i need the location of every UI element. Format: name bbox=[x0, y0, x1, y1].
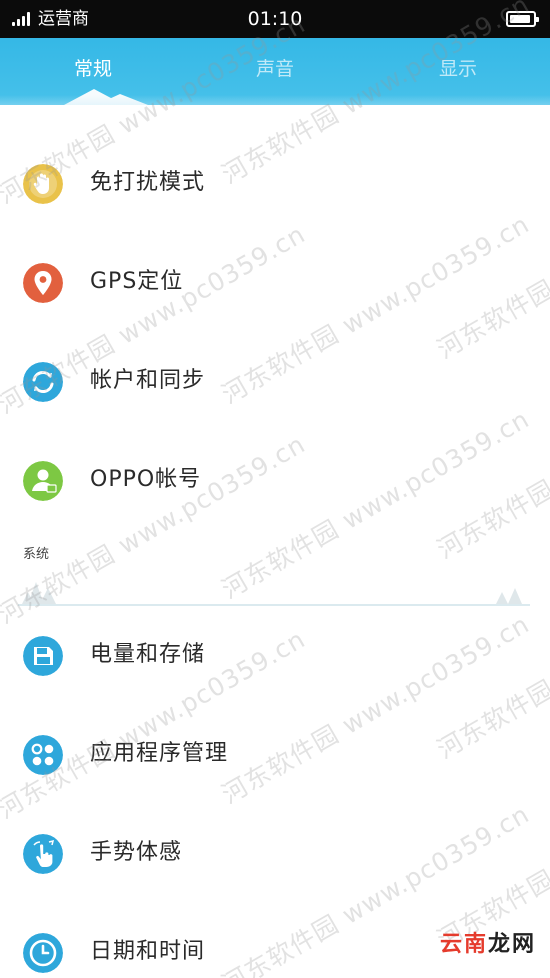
settings-item-label: 免打扰模式 bbox=[90, 170, 206, 195]
forest-divider-decoration bbox=[18, 582, 530, 606]
tab-sound[interactable]: 声音 bbox=[210, 56, 340, 82]
section-title-system: 系统 bbox=[23, 547, 50, 562]
settings-item-gps[interactable]: GPS定位 bbox=[0, 234, 550, 332]
tab-general[interactable]: 常规 bbox=[28, 56, 158, 82]
sync-icon bbox=[23, 362, 63, 402]
account-icon bbox=[23, 461, 63, 501]
hills-decoration bbox=[0, 95, 550, 105]
settings-item-gestures[interactable]: 手势体感 bbox=[0, 805, 550, 903]
corner-logo: 云南龙网 bbox=[439, 932, 536, 957]
settings-item-label: 手势体感 bbox=[90, 840, 183, 865]
battery-icon bbox=[506, 11, 539, 27]
hand-icon bbox=[23, 164, 63, 204]
status-clock: 01:10 bbox=[247, 8, 303, 30]
settings-item-label: 电量和存储 bbox=[90, 642, 206, 667]
settings-item-accounts-sync[interactable]: 帐户和同步 bbox=[0, 333, 550, 431]
tab-bar: 常规 声音 显示 bbox=[0, 38, 550, 105]
apps-icon bbox=[23, 735, 63, 775]
settings-item-app-management[interactable]: 应用程序管理 bbox=[0, 706, 550, 804]
clock-icon bbox=[23, 933, 63, 973]
settings-item-label: OPPO帐号 bbox=[90, 467, 202, 492]
status-bar: 运营商 01:10 bbox=[0, 0, 550, 38]
location-pin-icon bbox=[23, 263, 63, 303]
gesture-icon bbox=[23, 834, 63, 874]
settings-item-label: GPS定位 bbox=[90, 269, 184, 294]
storage-icon bbox=[23, 636, 63, 676]
tab-display[interactable]: 显示 bbox=[393, 56, 523, 82]
settings-item-oppo-account[interactable]: OPPO帐号 bbox=[0, 432, 550, 530]
settings-item-do-not-disturb[interactable]: 免打扰模式 bbox=[0, 135, 550, 233]
settings-item-label: 日期和时间 bbox=[90, 939, 206, 964]
settings-item-label: 帐户和同步 bbox=[90, 368, 206, 393]
settings-item-battery-storage[interactable]: 电量和存储 bbox=[0, 607, 550, 705]
settings-item-label: 应用程序管理 bbox=[90, 741, 229, 766]
